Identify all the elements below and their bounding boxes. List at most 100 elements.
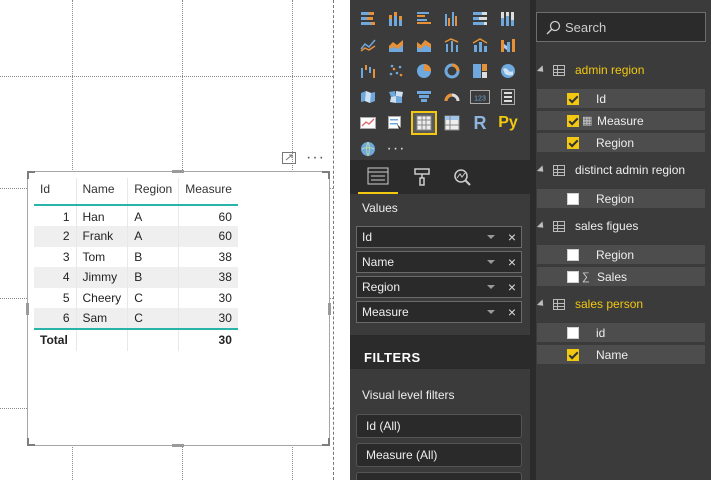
field-item[interactable]: Region [536,132,706,153]
column-header-id[interactable]: Id [34,178,77,206]
field-item[interactable]: Id [536,88,706,109]
field-table-sales-figues[interactable]: sales figues [536,216,638,236]
clustered-column-chart-icon[interactable] [440,8,464,30]
resize-corner[interactable] [27,438,35,446]
field-item[interactable]: id [536,322,706,343]
field-item[interactable]: Region [536,188,706,209]
table-row: 2 Frank A 60 [34,226,238,247]
field-item[interactable]: Name [536,344,706,365]
field-item[interactable]: ∑ Sales [536,266,706,287]
value-well-measure[interactable]: Measure × [356,301,522,323]
treemap-icon[interactable] [468,60,492,82]
100-stacked-column-chart-icon[interactable] [496,8,520,30]
gauge-icon[interactable] [440,86,464,108]
resize-handle[interactable] [26,303,29,315]
matrix-icon[interactable] [440,112,464,134]
scatter-chart-icon[interactable] [384,60,408,82]
field-table-admin-region[interactable]: admin region [536,60,644,80]
filter-card-measure[interactable]: Measure (All) [356,443,522,467]
column-header-region[interactable]: Region [127,178,180,206]
value-well-region[interactable]: Region × [356,276,522,298]
expand-triangle-icon[interactable] [536,165,547,175]
resize-handle[interactable] [328,303,331,315]
value-well-id[interactable]: Id × [356,226,522,248]
more-visuals-icon[interactable]: ··· [384,138,408,160]
chevron-down-icon[interactable] [487,260,495,264]
fields-search-box[interactable]: Search [536,12,706,42]
slicer-icon[interactable] [384,112,408,134]
field-checkbox[interactable] [567,326,579,339]
line-stacked-column-chart-icon[interactable] [468,34,492,56]
arcgis-map-icon[interactable] [356,138,380,160]
multi-row-card-icon[interactable] [496,86,520,108]
value-well-name[interactable]: Name × [356,251,522,273]
field-item[interactable]: Region [536,244,706,265]
remove-field-icon[interactable]: × [508,254,516,270]
cell-id: 3 [34,246,77,267]
total-empty-cell [76,327,129,351]
expand-triangle-icon[interactable] [536,299,547,309]
map-icon[interactable] [496,60,520,82]
field-checkbox[interactable] [567,270,579,283]
donut-chart-icon[interactable] [440,60,464,82]
resize-handle[interactable] [172,170,184,173]
table-row: 4 Jimmy B 38 [34,267,238,288]
search-placeholder: Search [565,19,607,35]
field-checkbox[interactable] [567,92,579,105]
field-checkbox[interactable] [567,348,579,361]
stacked-bar-chart-icon[interactable] [356,8,380,30]
chevron-down-icon[interactable] [487,310,495,314]
chevron-down-icon[interactable] [487,285,495,289]
field-checkbox[interactable] [567,114,579,127]
tab-analytics[interactable] [442,160,482,194]
filled-map-icon[interactable] [356,86,380,108]
column-header-name[interactable]: Name [76,178,129,206]
resize-handle[interactable] [172,444,184,447]
ribbon-chart-icon[interactable] [496,34,520,56]
stacked-area-chart-icon[interactable] [412,34,436,56]
funnel-icon[interactable] [412,86,436,108]
column-header-measure[interactable]: Measure [178,178,238,206]
kpi-icon[interactable] [356,112,380,134]
remove-field-icon[interactable]: × [508,229,516,245]
visual-type-gallery: 123 R Py ··· [356,8,526,164]
chevron-down-icon[interactable] [487,235,495,239]
field-name: Sales [597,269,628,284]
waterfall-chart-icon[interactable] [356,60,380,82]
tab-fields[interactable] [358,160,398,194]
card-icon[interactable]: 123 [468,86,492,108]
table-visual-icon[interactable] [411,111,437,135]
expand-triangle-icon[interactable] [536,65,547,75]
tab-format[interactable] [402,160,442,194]
cell-region: A [127,226,180,247]
field-checkbox[interactable] [567,192,579,205]
field-item[interactable]: ▦ Measure [536,110,706,131]
table-visual[interactable]: Id Name Region Measure 1 Han A 60 2 Fran… [26,170,331,447]
resize-corner[interactable] [27,171,35,179]
field-checkbox[interactable] [567,248,579,261]
more-options-icon[interactable]: ··· [306,150,325,166]
report-canvas[interactable]: ··· Id Name Region Measure 1 Han A 60 2 … [0,0,350,480]
100-stacked-bar-chart-icon[interactable] [468,8,492,30]
line-clustered-column-chart-icon[interactable] [440,34,464,56]
resize-corner[interactable] [322,171,330,179]
shape-map-icon[interactable] [384,86,408,108]
filter-card-partial[interactable] [356,472,522,480]
stacked-column-chart-icon[interactable] [384,8,408,30]
remove-field-icon[interactable]: × [508,279,516,295]
resize-corner[interactable] [322,438,330,446]
remove-field-icon[interactable]: × [508,304,516,320]
area-chart-icon[interactable] [384,34,408,56]
filter-card-label: Measure (All) [366,448,438,462]
python-visual-icon[interactable]: Py [496,112,520,134]
line-chart-icon[interactable] [356,34,380,56]
field-checkbox[interactable] [567,136,579,149]
clustered-bar-chart-icon[interactable] [412,8,436,30]
pie-chart-icon[interactable] [412,60,436,82]
expand-triangle-icon[interactable] [536,221,547,231]
field-table-sales-person[interactable]: sales person [536,294,643,314]
focus-mode-icon[interactable] [282,152,296,164]
field-table-distinct-admin-region[interactable]: distinct admin region [536,160,685,180]
filter-card-id[interactable]: Id (All) [356,414,522,438]
r-visual-icon[interactable]: R [468,112,492,134]
